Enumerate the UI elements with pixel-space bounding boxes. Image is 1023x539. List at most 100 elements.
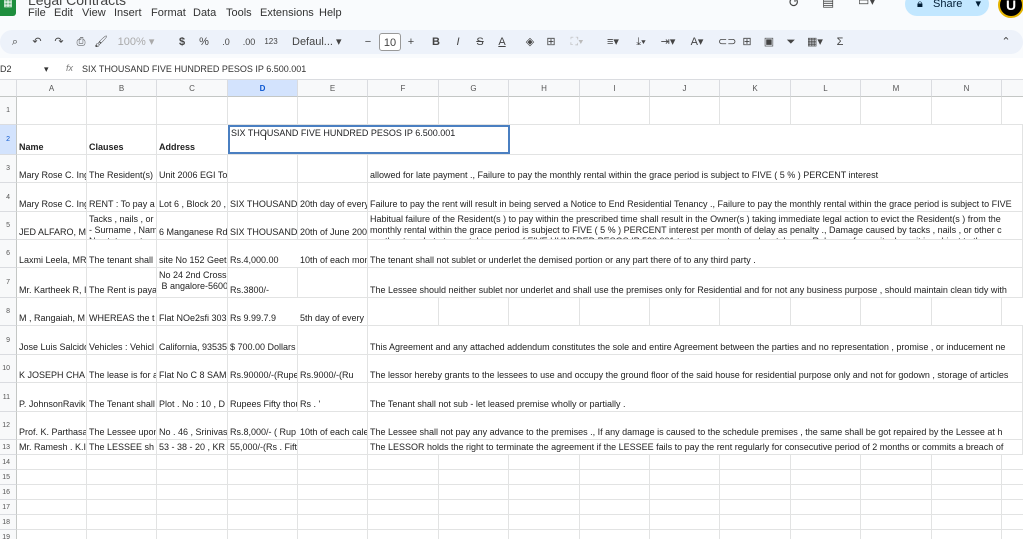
cell[interactable] — [580, 470, 650, 485]
column-header-f[interactable]: F — [368, 80, 439, 97]
cell[interactable] — [228, 530, 298, 539]
share-dropdown-icon[interactable]: ▾ — [975, 0, 981, 16]
font-select[interactable]: Defaul... ▾ — [292, 33, 348, 51]
cell-value[interactable]: Prof. K. Parthasa — [17, 412, 87, 440]
cell[interactable] — [791, 470, 861, 485]
cell[interactable] — [1002, 97, 1023, 125]
cell-value[interactable]: Failure to pay the rent will result in b… — [368, 183, 1023, 212]
cell-value[interactable]: Rs.3800/- — [228, 268, 298, 298]
column-header-j[interactable]: J — [650, 80, 720, 97]
cell[interactable] — [228, 515, 298, 530]
cell[interactable] — [298, 155, 368, 183]
cell[interactable] — [791, 515, 861, 530]
align-icon[interactable]: ≡▾ — [602, 33, 624, 51]
cell[interactable] — [298, 485, 368, 500]
cell-value[interactable]: The Lessee upon — [87, 412, 157, 440]
cell-value[interactable]: 6 Manganese Rd — [157, 212, 228, 240]
cell[interactable] — [1002, 298, 1023, 326]
collapse-toolbar-icon[interactable]: ⌃ — [1000, 33, 1012, 51]
column-header-n[interactable]: N — [932, 80, 1002, 97]
cell-value[interactable]: Jose Luis Salcido — [17, 326, 87, 355]
cell[interactable] — [157, 515, 228, 530]
cell[interactable] — [157, 530, 228, 539]
cell[interactable] — [298, 470, 368, 485]
chart-icon[interactable]: ▣ — [762, 33, 776, 51]
cell[interactable] — [298, 97, 368, 125]
row-header-3[interactable]: 3 — [0, 155, 17, 183]
cell[interactable] — [1002, 470, 1023, 485]
cell[interactable] — [650, 485, 720, 500]
borders-icon[interactable]: ⊞ — [545, 33, 557, 51]
cell[interactable] — [368, 530, 439, 539]
column-header-h[interactable]: H — [509, 80, 580, 97]
cell[interactable] — [439, 485, 509, 500]
cell[interactable] — [720, 455, 791, 470]
cell[interactable] — [650, 530, 720, 539]
spreadsheet-grid[interactable]: A B C D E F G H I J K L M N 1 2 3 4 5 6 7 8 9 10 11 12 13 14 15 16 17 1… — [0, 80, 1023, 539]
cell[interactable] — [932, 500, 1002, 515]
cell[interactable] — [157, 470, 228, 485]
cell[interactable] — [1002, 500, 1023, 515]
cell-value[interactable]: Tacks , nails , or - Surname , Nam No st… — [87, 212, 157, 240]
row-header-6[interactable]: 6 — [0, 240, 17, 268]
cell[interactable] — [17, 485, 87, 500]
cell[interactable] — [368, 485, 439, 500]
cell[interactable] — [439, 500, 509, 515]
cell-value[interactable]: Unit 2006 EGI Tower — [157, 155, 228, 183]
cell[interactable] — [861, 530, 932, 539]
text-rotate-icon[interactable]: A▾ — [686, 33, 708, 51]
cell[interactable] — [509, 97, 580, 125]
cell[interactable] — [580, 500, 650, 515]
share-button[interactable]: 🔒︎ Share ▾ — [905, 0, 989, 16]
cell-value[interactable]: The tenant shall — [87, 240, 157, 268]
cell-value[interactable]: The Tenant shall not sub - let leased pr… — [368, 383, 1023, 412]
cell[interactable] — [932, 298, 1002, 326]
cell[interactable] — [298, 326, 368, 355]
column-header-l[interactable]: L — [791, 80, 861, 97]
row-header-17[interactable]: 17 — [0, 500, 17, 515]
cell[interactable] — [298, 455, 368, 470]
cell-value[interactable]: Mr. Kartheek R, I — [17, 268, 87, 298]
italic-button[interactable]: I — [452, 33, 464, 51]
cell-value[interactable]: WHEREAS the t — [87, 298, 157, 326]
column-header-d[interactable]: D — [228, 80, 298, 97]
decrease-decimal-button[interactable]: .0 — [218, 33, 234, 51]
cell[interactable] — [298, 515, 368, 530]
cell[interactable] — [932, 530, 1002, 539]
cell[interactable] — [720, 530, 791, 539]
cell-value[interactable]: Mary Rose C. Ingles — [17, 155, 87, 183]
cell[interactable] — [368, 500, 439, 515]
cell-value[interactable]: Flat No C 8 SAM — [157, 355, 228, 383]
cell[interactable] — [17, 515, 87, 530]
cell[interactable] — [1002, 530, 1023, 539]
cell[interactable] — [509, 485, 580, 500]
meet-icon[interactable]: ▭▾ — [858, 0, 875, 8]
cell[interactable] — [87, 530, 157, 539]
cell[interactable] — [791, 485, 861, 500]
cell-value[interactable]: This Agreement and any attached addendum… — [368, 326, 1023, 355]
column-header-e[interactable]: E — [298, 80, 368, 97]
cell[interactable] — [228, 470, 298, 485]
cell[interactable] — [861, 455, 932, 470]
cell[interactable] — [157, 97, 228, 125]
cell[interactable] — [87, 485, 157, 500]
cell-value[interactable]: Mary Rose C. Ingles — [17, 183, 87, 212]
cell[interactable] — [932, 455, 1002, 470]
row-header-18[interactable]: 18 — [0, 515, 17, 530]
cell-value[interactable]: The Tenant shall — [87, 383, 157, 412]
cell[interactable] — [368, 515, 439, 530]
cell[interactable] — [861, 485, 932, 500]
percent-button[interactable]: % — [198, 33, 210, 51]
filter-icon[interactable]: ⏷ — [785, 33, 797, 51]
vertical-align-icon[interactable]: ⤓▾ — [630, 33, 652, 51]
cell-value[interactable]: The Lessee should neither sublet nor und… — [368, 268, 1023, 298]
cell[interactable] — [17, 470, 87, 485]
cell[interactable] — [509, 500, 580, 515]
cell[interactable] — [791, 500, 861, 515]
cell[interactable] — [228, 155, 298, 183]
cell-value[interactable]: Vehicles : Vehicl — [87, 326, 157, 355]
cell-value[interactable]: site No 152 Geet — [157, 240, 228, 268]
cell[interactable] — [650, 455, 720, 470]
cell-value[interactable]: JED ALFARO, M — [17, 212, 87, 240]
row-header-7[interactable]: 7 — [0, 268, 17, 298]
